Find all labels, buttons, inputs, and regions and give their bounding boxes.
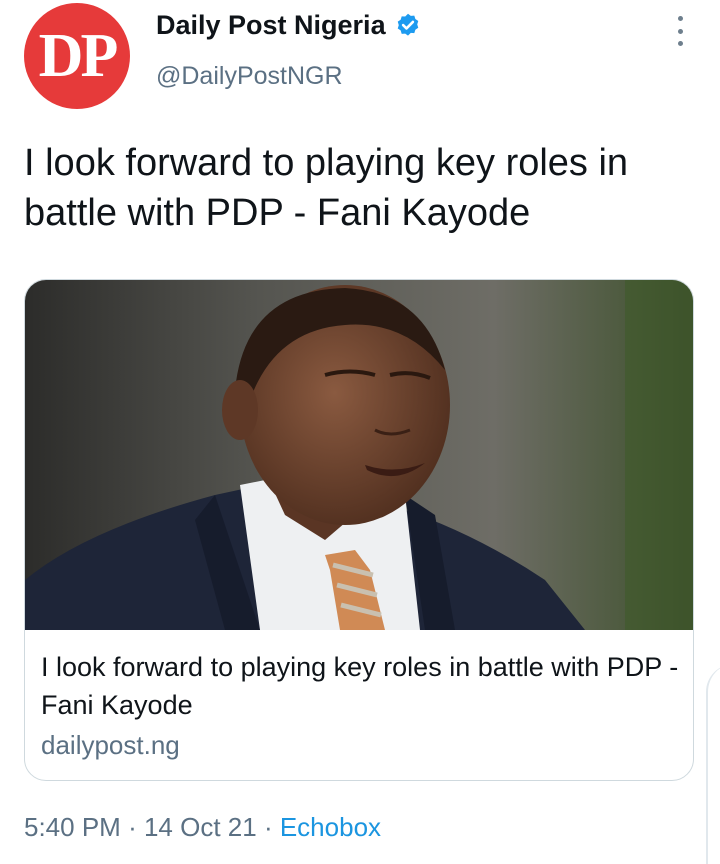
- tweet-time[interactable]: 5:40 PM: [24, 812, 121, 842]
- meta-separator: ·: [263, 812, 273, 842]
- link-card[interactable]: I look forward to playing key roles in b…: [24, 279, 694, 781]
- card-image[interactable]: [25, 280, 693, 630]
- more-options-icon[interactable]: [672, 16, 688, 46]
- card-domain[interactable]: dailypost.ng: [41, 730, 180, 761]
- account-name[interactable]: Daily Post Nigeria: [156, 10, 386, 41]
- card-title[interactable]: I look forward to playing key roles in b…: [41, 648, 681, 724]
- meta-separator: ·: [128, 812, 137, 842]
- tweet-meta: 5:40 PM · 14 Oct 21 · Echobox: [24, 812, 381, 843]
- verified-badge-icon: [394, 12, 422, 40]
- tweet-date[interactable]: 14 Oct 21: [144, 812, 257, 842]
- tweet-text: I look forward to playing key roles in b…: [24, 142, 629, 234]
- edge-divider: [706, 664, 720, 864]
- account-name-row: Daily Post Nigeria: [156, 10, 422, 41]
- tweet-source[interactable]: Echobox: [280, 812, 381, 842]
- avatar-text: DP: [38, 22, 119, 90]
- avatar[interactable]: DP: [24, 3, 130, 109]
- account-handle[interactable]: @DailyPostNGR: [156, 62, 343, 91]
